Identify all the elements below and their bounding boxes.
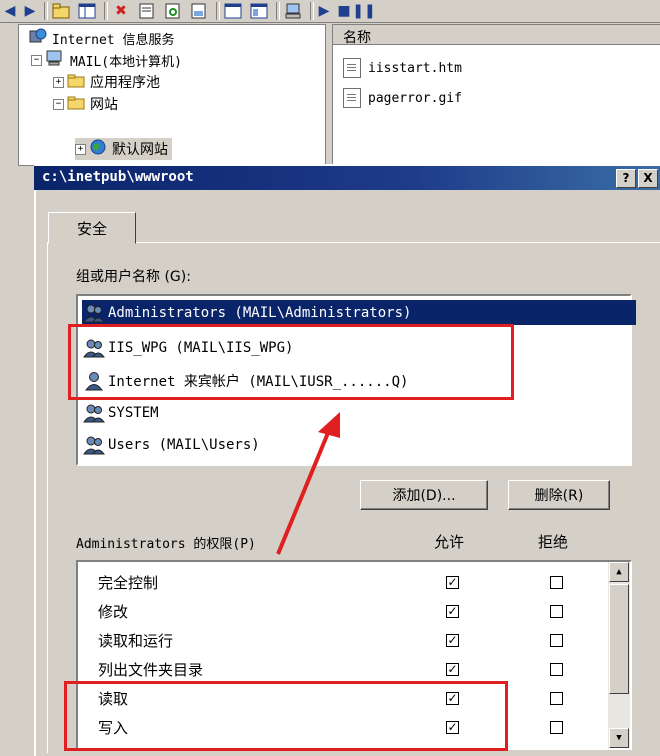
- play-icon[interactable]: ▶: [316, 2, 332, 20]
- allow-checkbox[interactable]: ✓: [446, 663, 459, 676]
- pause-icon[interactable]: ❚❚: [352, 2, 375, 20]
- users-group-icon: [82, 403, 106, 423]
- delete-icon[interactable]: ✖: [110, 2, 132, 20]
- mmc-toolbar: ◀ ▶ ✖ ▶ ■ ❚❚: [0, 0, 660, 23]
- user-row-users[interactable]: Users (MAIL\Users): [82, 432, 266, 457]
- stop-icon[interactable]: ■: [336, 2, 352, 20]
- user-row-system[interactable]: SYSTEM: [82, 400, 165, 425]
- scroll-thumb[interactable]: [609, 584, 629, 694]
- deny-checkbox[interactable]: [550, 634, 563, 647]
- permission-name: 修改: [98, 602, 129, 621]
- export-icon[interactable]: [188, 2, 210, 20]
- iis-icon: [29, 28, 47, 48]
- deny-checkbox[interactable]: [550, 721, 563, 734]
- deny-checkbox[interactable]: [550, 576, 563, 589]
- tab-security[interactable]: 安全: [48, 212, 136, 244]
- permissions-label: Administrators 的权限(P): [76, 537, 256, 552]
- tree-pane: Internet 信息服务 − MAIL(本地计算机) + 应用程序池 − 网站…: [18, 24, 326, 166]
- scroll-up-icon[interactable]: ▲: [609, 562, 629, 582]
- forward-icon[interactable]: ▶: [22, 2, 38, 20]
- folder-icon: [67, 73, 85, 92]
- permission-row: 读取和运行: [98, 626, 173, 654]
- permission-row: 完全控制: [98, 568, 158, 596]
- folder-icon: [67, 95, 85, 114]
- allow-checkbox[interactable]: ✓: [446, 634, 459, 647]
- tree-item-app-pools[interactable]: + 应用程序池: [53, 72, 160, 92]
- console-icon[interactable]: [248, 2, 270, 20]
- highlight-box-users: [68, 324, 514, 400]
- allow-column-header: 允许: [434, 533, 465, 551]
- file-item[interactable]: iisstart.htm: [343, 57, 462, 79]
- collapse-icon[interactable]: −: [31, 54, 42, 66]
- refresh-icon[interactable]: [162, 2, 184, 20]
- up-folder-icon[interactable]: [50, 2, 72, 20]
- tree-item-websites[interactable]: − 网站: [53, 94, 118, 114]
- gif-file-icon: [343, 88, 361, 108]
- deny-checkbox[interactable]: [550, 605, 563, 618]
- annotation-arrow-icon: [276, 412, 340, 555]
- properties-icon[interactable]: [136, 2, 158, 20]
- dialog-title: c:\inetpub\wwwroot: [42, 169, 194, 185]
- deny-checkbox[interactable]: [550, 663, 563, 676]
- scroll-down-icon[interactable]: ▼: [609, 728, 629, 748]
- deny-column-header: 拒绝: [538, 533, 569, 551]
- back-icon[interactable]: ◀: [2, 2, 18, 20]
- show-tree-icon[interactable]: [76, 2, 98, 20]
- users-label: 组或用户名称 (G):: [76, 269, 191, 285]
- users-group-icon: [82, 435, 106, 455]
- file-item[interactable]: pagerror.gif: [343, 87, 462, 109]
- tree-item-default-site[interactable]: + 默认网站: [75, 138, 172, 160]
- permission-name: 完全控制: [98, 573, 159, 592]
- computer-icon: [45, 50, 65, 70]
- file-list-pane: 名称 iisstart.htm pagerror.gif: [332, 24, 660, 166]
- column-header-name[interactable]: 名称: [333, 25, 660, 46]
- permission-row: 修改: [98, 597, 128, 625]
- add-button[interactable]: 添加(D)...: [360, 480, 488, 510]
- remove-button[interactable]: 删除(R): [508, 480, 610, 510]
- user-row-administrators[interactable]: Administrators (MAIL\Administrators): [82, 300, 636, 325]
- help-button[interactable]: ?: [616, 169, 636, 188]
- permissions-scrollbar[interactable]: ▲ ▼: [608, 562, 630, 748]
- dialog-titlebar[interactable]: c:\inetpub\wwwroot ? X: [34, 166, 660, 190]
- allow-checkbox[interactable]: ✓: [446, 605, 459, 618]
- globe-icon: [89, 139, 107, 159]
- highlight-box-read-write: [64, 681, 508, 751]
- permission-name: 读取和运行: [98, 631, 174, 650]
- expand-icon[interactable]: +: [53, 76, 64, 88]
- help-icon[interactable]: [222, 2, 244, 20]
- tree-item-mail[interactable]: − MAIL(本地计算机): [31, 50, 182, 70]
- html-file-icon: [343, 58, 361, 78]
- permission-name: 列出文件夹目录: [98, 660, 204, 679]
- computer-icon[interactable]: [282, 2, 304, 20]
- allow-checkbox[interactable]: ✓: [446, 576, 459, 589]
- permission-row: 列出文件夹目录: [98, 655, 203, 683]
- deny-checkbox[interactable]: [550, 692, 563, 705]
- tree-item-iis[interactable]: Internet 信息服务: [29, 28, 174, 48]
- collapse-icon[interactable]: −: [53, 98, 64, 110]
- users-group-icon: [82, 303, 106, 323]
- close-button[interactable]: X: [638, 169, 658, 188]
- expand-icon[interactable]: +: [75, 143, 86, 155]
